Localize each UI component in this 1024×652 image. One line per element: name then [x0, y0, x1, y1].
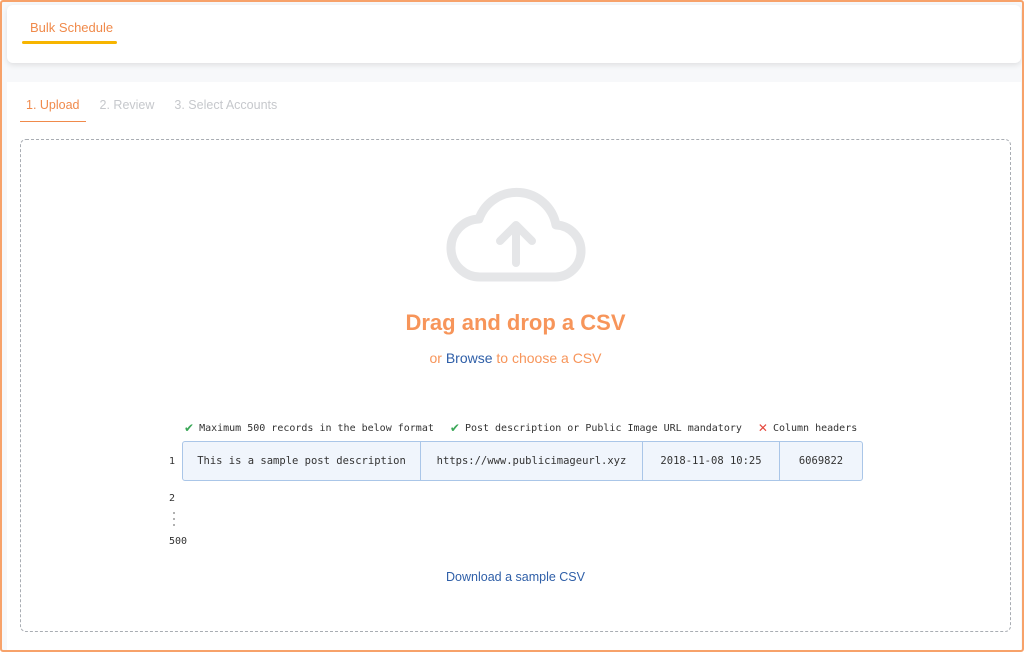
row-number: 500 [169, 536, 188, 547]
csv-drop-zone[interactable]: Drag and drop a CSV or Browse to choose … [20, 139, 1011, 632]
app-frame: Bulk Schedule 1. Upload 2. Review 3. Sel… [0, 0, 1024, 652]
rule-item: ✕ Column headers [758, 421, 857, 435]
step-upload[interactable]: 1. Upload [20, 98, 86, 122]
row-number: 1 [169, 456, 176, 467]
ellipsis-vertical-icon [172, 512, 176, 528]
rule-text: Maximum 500 records in the below format [199, 422, 434, 434]
cross-icon: ✕ [757, 421, 768, 435]
check-icon: ✔ [449, 421, 460, 435]
sample-cell-description: This is a sample post description [183, 442, 421, 480]
drop-subtitle: or Browse to choose a CSV [21, 350, 1010, 366]
main-content: 1. Upload 2. Review 3. Select Accounts D… [7, 82, 1021, 650]
rule-item: ✔ Maximum 500 records in the below forma… [184, 421, 434, 435]
browse-link[interactable]: Browse [446, 350, 493, 366]
tab-bulk-schedule[interactable]: Bulk Schedule [22, 20, 121, 41]
cloud-upload-icon [446, 187, 586, 282]
download-sample-csv-link[interactable]: Download a sample CSV [21, 570, 1010, 584]
step-review[interactable]: 2. Review [100, 98, 155, 122]
tab-active-indicator [22, 41, 117, 44]
drop-title: Drag and drop a CSV [405, 310, 626, 335]
check-icon: ✔ [184, 421, 195, 435]
drop-subtitle-suffix: to choose a CSV [496, 350, 602, 366]
rule-text: Column headers [772, 422, 858, 434]
rule-item: ✔ Post description or Public Image URL m… [450, 421, 742, 435]
step-select-accounts[interactable]: 3. Select Accounts [174, 98, 277, 122]
sample-csv-row: This is a sample post description https:… [182, 441, 863, 481]
drop-subtitle-prefix: or [429, 350, 442, 366]
row-number: 2 [169, 493, 176, 504]
csv-rules: ✔ Maximum 500 records in the below forma… [184, 421, 873, 435]
rule-text: Post description or Public Image URL man… [464, 422, 742, 434]
page-header: Bulk Schedule [7, 5, 1021, 63]
sample-cell-datetime: 2018-11-08 10:25 [643, 442, 780, 480]
step-nav: 1. Upload 2. Review 3. Select Accounts [20, 98, 297, 122]
sample-cell-id: 6069822 [798, 455, 844, 467]
sample-cell-image-url: https://www.publicimageurl.xyz [421, 442, 643, 480]
